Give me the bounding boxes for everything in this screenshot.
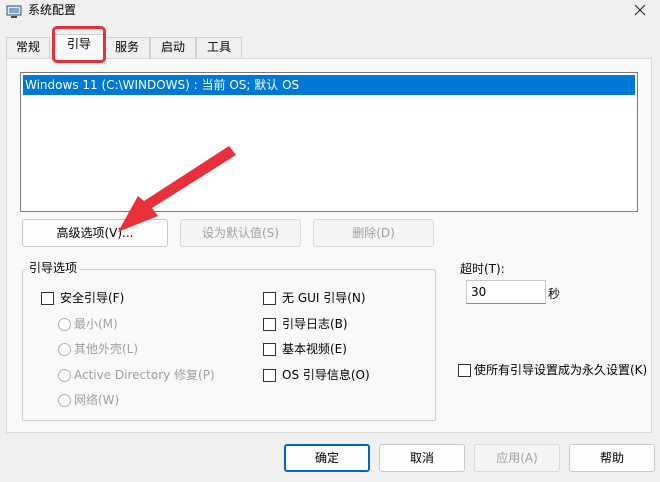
radio-circle[interactable]: [58, 393, 71, 407]
boot-log-label: 引导日志(B): [282, 317, 348, 331]
tab-tools[interactable]: 工具: [196, 37, 242, 58]
set-default-button[interactable]: 设为默认值(S): [180, 219, 301, 247]
safe-boot-label: 安全引导(F): [60, 291, 125, 305]
checkbox-box[interactable]: [41, 291, 54, 305]
checkbox-box[interactable]: [263, 342, 276, 356]
tab-general[interactable]: 常规: [6, 37, 50, 58]
window-title: 系统配置: [28, 3, 77, 17]
delete-button[interactable]: 删除(D): [313, 219, 434, 247]
help-button[interactable]: 帮助: [569, 444, 655, 472]
boot-entry-item[interactable]: Windows 11 (C:\WINDOWS) : 当前 OS; 默认 OS: [23, 75, 635, 95]
system-config-icon: [6, 5, 22, 19]
checkbox-box[interactable]: [263, 291, 276, 305]
no-gui-boot-checkbox[interactable]: 无 GUI 引导(N): [263, 290, 366, 306]
close-icon: [634, 4, 646, 16]
base-video-label: 基本视频(E): [282, 342, 347, 356]
ok-button[interactable]: 确定: [284, 444, 370, 472]
boot-log-checkbox[interactable]: 引导日志(B): [263, 316, 348, 332]
radio-circle[interactable]: [58, 368, 71, 382]
boot-entry-list[interactable]: Windows 11 (C:\WINDOWS) : 当前 OS; 默认 OS: [20, 72, 638, 212]
network-label: 网络(W): [74, 393, 120, 407]
radio-circle[interactable]: [58, 317, 71, 331]
no-gui-boot-label: 无 GUI 引导(N): [282, 291, 366, 305]
tab-services[interactable]: 服务: [104, 37, 150, 58]
tab-startup[interactable]: 启动: [150, 37, 196, 58]
advanced-options-button[interactable]: 高级选项(V)...: [22, 219, 168, 247]
boot-options-title: 引导选项: [26, 261, 81, 275]
make-permanent-checkbox[interactable]: 使所有引导设置成为永久设置(K): [458, 362, 648, 379]
checkbox-box[interactable]: [263, 368, 276, 382]
network-radio[interactable]: 网络(W): [58, 392, 119, 408]
checkbox-box[interactable]: [263, 317, 276, 331]
checkbox-box[interactable]: [458, 364, 471, 377]
timeout-unit-label: 秒: [548, 287, 561, 301]
timeout-label: 超时(T):: [460, 262, 505, 276]
radio-circle[interactable]: [58, 342, 71, 356]
close-button[interactable]: [620, 0, 660, 20]
annotation-highlight-box: [52, 26, 106, 63]
base-video-checkbox[interactable]: 基本视频(E): [263, 341, 347, 357]
timeout-input[interactable]: 30: [466, 280, 546, 304]
alternate-shell-label: 其他外壳(L): [74, 342, 139, 356]
alternate-shell-radio[interactable]: 其他外壳(L): [58, 341, 138, 357]
ad-repair-radio[interactable]: Active Directory 修复(P): [58, 367, 215, 383]
cancel-button[interactable]: 取消: [379, 444, 465, 472]
os-boot-info-checkbox[interactable]: OS 引导信息(O): [263, 367, 370, 383]
minimal-label: 最小(M): [74, 317, 118, 331]
ad-repair-label: Active Directory 修复(P): [74, 368, 215, 382]
minimal-radio[interactable]: 最小(M): [58, 316, 118, 332]
safe-boot-checkbox[interactable]: 安全引导(F): [41, 290, 124, 306]
make-permanent-label: 使所有引导设置成为永久设置(K): [474, 363, 648, 377]
apply-button[interactable]: 应用(A): [474, 444, 560, 472]
os-boot-info-label: OS 引导信息(O): [282, 368, 370, 382]
